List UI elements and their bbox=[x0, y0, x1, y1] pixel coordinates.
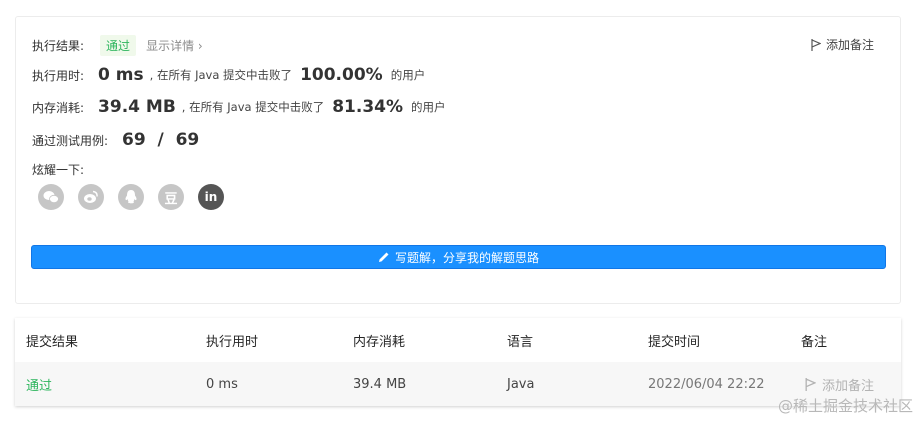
flag-icon bbox=[811, 38, 821, 51]
table-header: 提交结果 执行用时 内存消耗 语言 提交时间 备注 bbox=[15, 318, 901, 362]
qq-icon[interactable] bbox=[118, 184, 144, 210]
share-icons: 豆 in bbox=[38, 184, 238, 210]
share-label: 炫耀一下: bbox=[32, 163, 85, 177]
header-runtime: 执行用时 bbox=[206, 334, 259, 350]
watermark: @稀土掘金技术社区 bbox=[777, 397, 913, 415]
pencil-icon bbox=[378, 252, 389, 262]
tests-label: 通过测试用例: bbox=[32, 133, 109, 148]
memory-row: 内存消耗: 39.4 MB , 在所有 Java 提交中击败了 81.34% 的… bbox=[32, 97, 446, 117]
weibo-icon[interactable] bbox=[78, 184, 104, 210]
memory-suffix: 的用户 bbox=[411, 100, 446, 114]
memory-value: 39.4 MB bbox=[98, 97, 176, 117]
add-note-button[interactable]: 添加备注 bbox=[811, 36, 874, 53]
runtime-row: 执行用时: 0 ms , 在所有 Java 提交中击败了 100.00% 的用户 bbox=[32, 65, 425, 85]
row-add-note-label: 添加备注 bbox=[822, 378, 875, 394]
memory-label: 内存消耗: bbox=[32, 100, 85, 115]
header-language: 语言 bbox=[507, 334, 534, 350]
status-badge: 通过 bbox=[100, 35, 137, 56]
header-result: 提交结果 bbox=[26, 334, 79, 350]
flag-icon bbox=[805, 377, 816, 391]
wechat-icon[interactable] bbox=[38, 184, 64, 210]
show-details-link[interactable]: 显示详情 › bbox=[146, 37, 203, 54]
share-row: 炫耀一下: bbox=[32, 161, 84, 178]
row-runtime: 0 ms bbox=[206, 376, 238, 392]
tests-value: 69 / 69 bbox=[122, 130, 200, 150]
memory-percent: 81.34% bbox=[332, 97, 404, 117]
write-solution-button[interactable]: 写题解，分享我的解题思路 bbox=[31, 245, 886, 269]
table-row: 通过 0 ms 39.4 MB Java 2022/06/04 22:22 添加… bbox=[15, 362, 901, 406]
header-submit-time: 提交时间 bbox=[648, 334, 701, 350]
result-label: 执行结果: bbox=[32, 39, 85, 53]
result-card: 执行结果: 通过 显示详情 › 添加备注 执行用时: 0 ms , 在所有 Ja… bbox=[15, 16, 901, 304]
runtime-label: 执行用时: bbox=[32, 68, 85, 83]
result-row: 执行结果: 通过 显示详情 › bbox=[32, 35, 203, 56]
header-note: 备注 bbox=[801, 334, 828, 350]
linkedin-icon[interactable]: in bbox=[198, 184, 224, 210]
runtime-value: 0 ms bbox=[98, 65, 144, 85]
runtime-middle-text: , 在所有 Java 提交中击败了 bbox=[149, 68, 293, 82]
memory-middle-text: , 在所有 Java 提交中击败了 bbox=[181, 100, 325, 114]
tests-row: 通过测试用例: 69 / 69 bbox=[32, 130, 199, 150]
row-memory: 39.4 MB bbox=[353, 376, 407, 392]
header-memory: 内存消耗 bbox=[353, 334, 406, 350]
row-submit-time: 2022/06/04 22:22 bbox=[648, 376, 765, 392]
row-result-link[interactable]: 通过 bbox=[26, 362, 52, 406]
runtime-percent: 100.00% bbox=[300, 65, 383, 85]
runtime-suffix: 的用户 bbox=[390, 68, 426, 82]
douban-icon[interactable]: 豆 bbox=[158, 184, 184, 210]
write-solution-label: 写题解，分享我的解题思路 bbox=[394, 250, 539, 265]
submission-table: 提交结果 执行用时 内存消耗 语言 提交时间 备注 通过 0 ms 39.4 M… bbox=[15, 318, 901, 406]
row-language: Java bbox=[507, 376, 535, 392]
add-note-label: 添加备注 bbox=[825, 38, 874, 52]
